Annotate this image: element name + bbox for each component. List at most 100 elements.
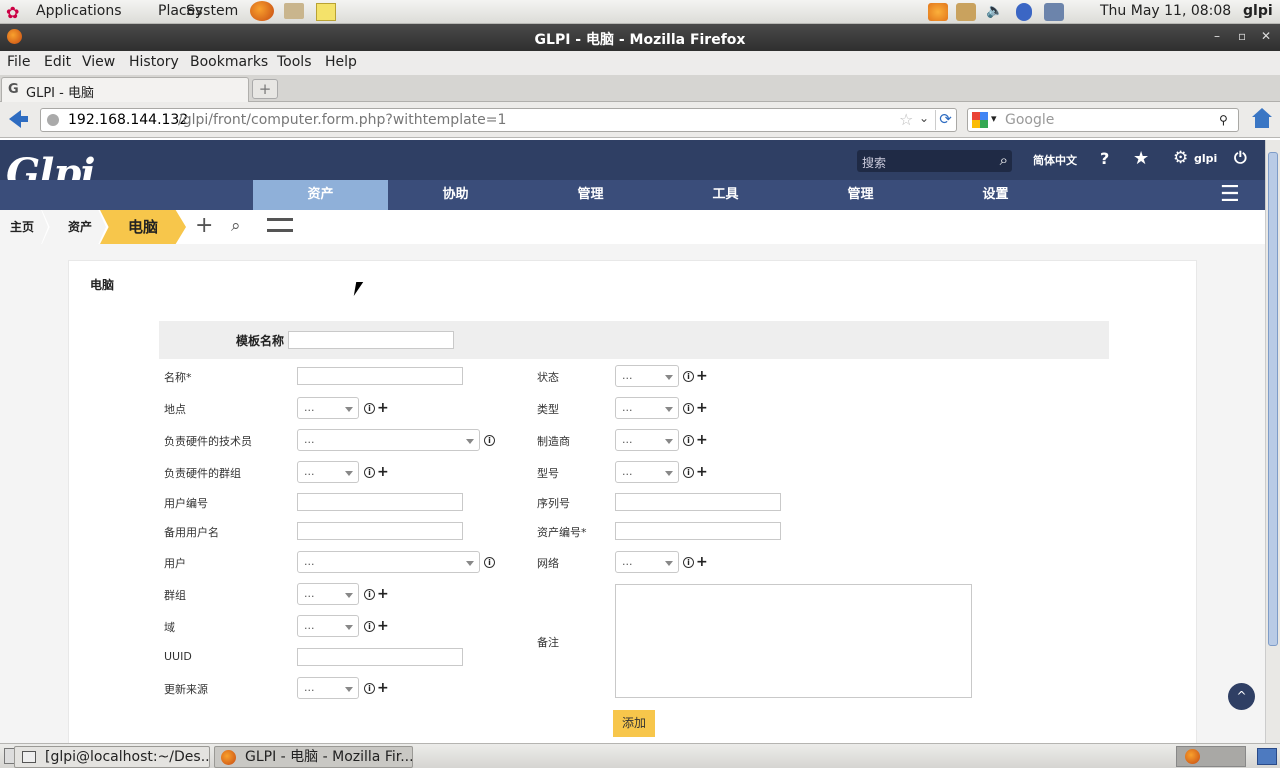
- search-icon[interactable]: ⌕: [1000, 151, 1008, 169]
- type-info-icon[interactable]: i: [683, 403, 694, 414]
- breadcrumb-home[interactable]: 主页: [0, 210, 48, 244]
- task-terminal[interactable]: [glpi@localhost:~/Des...: [14, 746, 210, 768]
- type-add-icon[interactable]: +: [696, 401, 708, 415]
- clock[interactable]: Thu May 11, 08:08: [1100, 3, 1231, 19]
- tech-group-info-icon[interactable]: i: [364, 467, 375, 478]
- uuid-input[interactable]: [297, 648, 463, 666]
- menu-assets[interactable]: 资产: [253, 180, 388, 210]
- model-info-icon[interactable]: i: [683, 467, 694, 478]
- add-item-icon[interactable]: +: [195, 213, 213, 238]
- comments-textarea[interactable]: [615, 584, 972, 698]
- engine-dropdown-icon[interactable]: ▾: [991, 112, 997, 125]
- bookmark-star-icon[interactable]: ☆: [899, 110, 913, 129]
- domain-select[interactable]: ...: [297, 615, 359, 637]
- back-to-top-button[interactable]: ^: [1228, 683, 1255, 710]
- tech-group-add-icon[interactable]: +: [377, 465, 389, 479]
- menu-assistance[interactable]: 协助: [388, 180, 523, 210]
- status-select[interactable]: ...: [615, 365, 679, 387]
- web-search-box[interactable]: ▾ Google ⚲: [967, 108, 1239, 132]
- url-bar[interactable]: 192.168.144.132 /glpi/front/computer.for…: [40, 108, 957, 132]
- template-name-input[interactable]: [288, 331, 454, 349]
- maximize-icon[interactable]: ▫: [1238, 29, 1246, 43]
- notes-launcher-icon[interactable]: [316, 3, 336, 21]
- close-icon[interactable]: ✕: [1261, 29, 1271, 43]
- firefox-launcher-icon[interactable]: [250, 1, 274, 21]
- panel-user[interactable]: glpi: [1243, 3, 1273, 19]
- name-input[interactable]: [297, 367, 463, 385]
- help-icon[interactable]: ?: [1100, 149, 1109, 168]
- menu-view[interactable]: View: [82, 54, 115, 70]
- location-add-icon[interactable]: +: [377, 401, 389, 415]
- system-menu[interactable]: System: [186, 3, 238, 19]
- update-source-select[interactable]: ...: [297, 677, 359, 699]
- tech-group-select[interactable]: ...: [297, 461, 359, 483]
- menu-tools[interactable]: 工具: [658, 180, 793, 210]
- menu-tools[interactable]: Tools: [277, 54, 312, 70]
- network-select[interactable]: ...: [615, 551, 679, 573]
- group-add-icon[interactable]: +: [377, 587, 389, 601]
- hamburger-menu-icon[interactable]: ☰: [1220, 182, 1240, 207]
- volume-icon[interactable]: 🔈: [986, 3, 1006, 21]
- global-search-input[interactable]: 搜索 ⌕: [857, 150, 1012, 172]
- trash-icon[interactable]: [1257, 748, 1277, 765]
- minimize-icon[interactable]: –: [1214, 29, 1220, 43]
- list-view-icon[interactable]: [267, 218, 293, 232]
- domain-add-icon[interactable]: +: [377, 619, 389, 633]
- tab-glpi[interactable]: G GLPI - 电脑: [1, 77, 249, 102]
- mail-launcher-icon[interactable]: [284, 3, 304, 19]
- breadcrumb-assets[interactable]: 资产: [42, 210, 106, 244]
- status-info-icon[interactable]: i: [683, 371, 694, 382]
- page-scrollbar[interactable]: [1265, 140, 1280, 743]
- group-select[interactable]: ...: [297, 583, 359, 605]
- menu-edit[interactable]: Edit: [44, 54, 71, 70]
- update-source-info-icon[interactable]: i: [364, 683, 375, 694]
- logout-icon[interactable]: ⏻: [1234, 148, 1247, 168]
- contact-num-input[interactable]: [297, 493, 463, 511]
- network-info-icon[interactable]: i: [683, 557, 694, 568]
- menu-bookmarks[interactable]: Bookmarks: [190, 54, 268, 70]
- status-add-icon[interactable]: +: [696, 369, 708, 383]
- applications-menu[interactable]: Applications: [36, 3, 122, 19]
- bluetooth-icon[interactable]: [1016, 3, 1032, 21]
- model-select[interactable]: ...: [615, 461, 679, 483]
- domain-info-icon[interactable]: i: [364, 621, 375, 632]
- update-source-add-icon[interactable]: +: [377, 681, 389, 695]
- manufacturer-add-icon[interactable]: +: [696, 433, 708, 447]
- binoculars-icon[interactable]: ⚲: [1219, 113, 1228, 127]
- breadcrumb-computer[interactable]: 电脑: [100, 210, 186, 244]
- menu-administration[interactable]: 管理: [793, 180, 928, 210]
- group-info-icon[interactable]: i: [364, 589, 375, 600]
- network-icon[interactable]: [1044, 3, 1064, 21]
- inventory-number-input[interactable]: [615, 522, 781, 540]
- tech-select[interactable]: ...: [297, 429, 480, 451]
- scrollbar-thumb[interactable]: [1268, 152, 1278, 646]
- user-select[interactable]: ...: [297, 551, 480, 573]
- add-button[interactable]: 添加: [613, 710, 655, 737]
- menu-file[interactable]: File: [7, 54, 30, 70]
- site-identity-icon[interactable]: [47, 114, 59, 126]
- task-firefox[interactable]: GLPI - 电脑 - Mozilla Fir...: [214, 746, 413, 768]
- menu-management[interactable]: 管理: [523, 180, 658, 210]
- user-info-icon[interactable]: i: [484, 557, 495, 568]
- favorite-star-icon[interactable]: ★: [1133, 148, 1149, 169]
- current-user[interactable]: glpi: [1194, 152, 1217, 165]
- update-icon[interactable]: [928, 3, 948, 21]
- package-icon[interactable]: [956, 3, 976, 21]
- preferences-gear-icon[interactable]: ⚙: [1173, 148, 1188, 168]
- network-add-icon[interactable]: +: [696, 555, 708, 569]
- tech-info-icon[interactable]: i: [484, 435, 495, 446]
- type-select[interactable]: ...: [615, 397, 679, 419]
- manufacturer-info-icon[interactable]: i: [683, 435, 694, 446]
- menu-setup[interactable]: 设置: [928, 180, 1063, 210]
- history-dropdown-icon[interactable]: ⌄: [919, 111, 929, 125]
- model-add-icon[interactable]: +: [696, 465, 708, 479]
- location-info-icon[interactable]: i: [364, 403, 375, 414]
- manufacturer-select[interactable]: ...: [615, 429, 679, 451]
- menu-history[interactable]: History: [129, 54, 179, 70]
- google-engine-icon[interactable]: [972, 112, 988, 128]
- location-select[interactable]: ...: [297, 397, 359, 419]
- search-items-icon[interactable]: ⌕: [231, 216, 241, 236]
- new-tab-button[interactable]: +: [252, 79, 278, 99]
- reload-icon[interactable]: ⟳: [935, 110, 955, 130]
- alt-user-input[interactable]: [297, 522, 463, 540]
